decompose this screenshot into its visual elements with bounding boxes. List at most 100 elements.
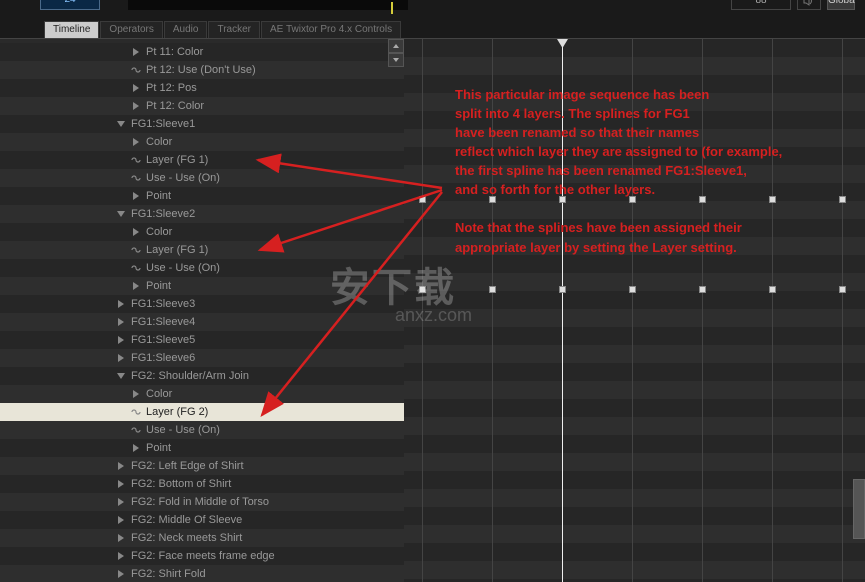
timeline-row bbox=[404, 471, 865, 489]
tab-timeline[interactable]: Timeline bbox=[44, 21, 99, 38]
play-icon bbox=[115, 514, 127, 526]
keyframe[interactable] bbox=[419, 196, 426, 203]
keyframe[interactable] bbox=[839, 196, 846, 203]
top-toolbar: 24 88 Globa bbox=[0, 0, 865, 21]
tree-row[interactable]: Pt 12: Color bbox=[0, 97, 404, 115]
tree-row[interactable]: FG2: Neck meets Shirt bbox=[0, 529, 404, 547]
tree-row-label: Point bbox=[146, 442, 171, 454]
tree-row[interactable]: Use - Use (On) bbox=[0, 259, 404, 277]
play-icon bbox=[115, 568, 127, 580]
tree-row[interactable]: FG1:Sleeve4 bbox=[0, 313, 404, 331]
timeline-row bbox=[404, 111, 865, 129]
timeline-row bbox=[404, 165, 865, 183]
play-icon bbox=[130, 226, 142, 238]
timeline-row bbox=[404, 345, 865, 363]
tree-row[interactable]: Color bbox=[0, 385, 404, 403]
tree-row[interactable]: Use - Use (On) bbox=[0, 169, 404, 187]
tree-row[interactable]: FG2: Left Edge of Shirt bbox=[0, 457, 404, 475]
speaker-button[interactable] bbox=[797, 0, 821, 10]
tree-panel: Pt 11: Color Pt 12: Use (Don't Use) Pt 12:… bbox=[0, 39, 404, 582]
play-icon bbox=[115, 298, 127, 310]
tree-row[interactable]: Pt 12: Use (Don't Use) bbox=[0, 61, 404, 79]
tree-row[interactable]: Color bbox=[0, 133, 404, 151]
tree-row[interactable]: FG2: Shoulder/Arm Join bbox=[0, 367, 404, 385]
tree-row[interactable]: Use - Use (On) bbox=[0, 421, 404, 439]
tree-list: Pt 11: Color Pt 12: Use (Don't Use) Pt 12:… bbox=[0, 39, 404, 582]
timeline-row bbox=[404, 75, 865, 93]
tree-row-label: FG2: Neck meets Shirt bbox=[131, 532, 242, 544]
timeline-row bbox=[404, 399, 865, 417]
tree-row[interactable]: Layer (FG 1) bbox=[0, 151, 404, 169]
timeline-row bbox=[404, 507, 865, 525]
keyframe[interactable] bbox=[559, 196, 566, 203]
loop-icon bbox=[130, 244, 142, 256]
play-icon bbox=[130, 280, 142, 292]
keyframe-track bbox=[404, 191, 865, 209]
timeline-row bbox=[404, 363, 865, 381]
keyframe[interactable] bbox=[769, 196, 776, 203]
keyframe[interactable] bbox=[489, 286, 496, 293]
tree-row[interactable]: FG1:Sleeve6 bbox=[0, 349, 404, 367]
tab-bar: Timeline Operators Audio Tracker AE Twix… bbox=[0, 21, 865, 39]
timeline-row bbox=[404, 489, 865, 507]
tree-row-label: Pt 12: Use (Don't Use) bbox=[146, 64, 256, 76]
play-icon bbox=[115, 532, 127, 544]
timeline-row bbox=[404, 237, 865, 255]
keyframe[interactable] bbox=[699, 196, 706, 203]
scrollbar-thumb[interactable] bbox=[853, 479, 865, 539]
play-icon bbox=[115, 460, 127, 472]
timeline-panel[interactable] bbox=[404, 39, 865, 582]
play-icon bbox=[115, 496, 127, 508]
tree-row[interactable]: FG1:Sleeve5 bbox=[0, 331, 404, 349]
keyframe[interactable] bbox=[419, 286, 426, 293]
tree-row[interactable]: FG1:Sleeve1 bbox=[0, 115, 404, 133]
frame-value-box[interactable]: 24 bbox=[40, 0, 100, 10]
tree-row[interactable]: Point bbox=[0, 187, 404, 205]
keyframe[interactable] bbox=[769, 286, 776, 293]
timeline-row bbox=[404, 453, 865, 471]
tree-row[interactable]: Layer (FG 2) bbox=[0, 403, 404, 421]
play-icon bbox=[130, 136, 142, 148]
speaker-icon bbox=[803, 0, 815, 6]
tree-row-label: Color bbox=[146, 388, 172, 400]
tree-row[interactable]: Color bbox=[0, 223, 404, 241]
tab-operators[interactable]: Operators bbox=[100, 21, 162, 38]
tree-row-label: Point bbox=[146, 190, 171, 202]
keyframe[interactable] bbox=[699, 286, 706, 293]
timeline-row bbox=[404, 57, 865, 75]
tree-row[interactable]: FG2: Fold in Middle of Torso bbox=[0, 493, 404, 511]
tree-row[interactable]: Layer (FG 1) bbox=[0, 241, 404, 259]
tab-tracker[interactable]: Tracker bbox=[208, 21, 260, 38]
menu-icon bbox=[392, 57, 400, 63]
keyframe[interactable] bbox=[629, 196, 636, 203]
tree-row-label: FG2: Bottom of Shirt bbox=[131, 478, 231, 490]
tree-row[interactable]: Point bbox=[0, 277, 404, 295]
keyframe[interactable] bbox=[559, 286, 566, 293]
tree-row[interactable]: Point bbox=[0, 439, 404, 457]
tree-row[interactable]: FG2: Shirt Fold bbox=[0, 565, 404, 582]
tab-ae-twixtor[interactable]: AE Twixtor Pro 4.x Controls bbox=[261, 21, 401, 38]
tree-row-label: FG1:Sleeve3 bbox=[131, 298, 195, 310]
global-button[interactable]: Globa bbox=[827, 0, 855, 10]
keyframe[interactable] bbox=[489, 196, 496, 203]
right-value-box[interactable]: 88 bbox=[731, 0, 791, 10]
scroll-menu-button[interactable] bbox=[388, 53, 404, 67]
tree-row-label: Color bbox=[146, 136, 172, 148]
tab-audio[interactable]: Audio bbox=[164, 21, 208, 38]
tree-row[interactable]: FG2: Middle Of Sleeve bbox=[0, 511, 404, 529]
tree-row[interactable]: Pt 12: Pos bbox=[0, 79, 404, 97]
scroll-up-button[interactable] bbox=[388, 39, 404, 53]
playhead[interactable] bbox=[562, 39, 563, 582]
tree-row-label: FG2: Shoulder/Arm Join bbox=[131, 370, 249, 382]
keyframe[interactable] bbox=[629, 286, 636, 293]
playhead-handle-icon[interactable] bbox=[557, 39, 568, 48]
keyframe[interactable] bbox=[839, 286, 846, 293]
tree-row[interactable]: FG1:Sleeve2 bbox=[0, 205, 404, 223]
tree-row[interactable]: Pt 11: Color bbox=[0, 43, 404, 61]
timeline-row bbox=[404, 309, 865, 327]
play-icon bbox=[130, 442, 142, 454]
tree-row[interactable]: FG2: Face meets frame edge bbox=[0, 547, 404, 565]
tree-row[interactable]: FG2: Bottom of Shirt bbox=[0, 475, 404, 493]
tree-row[interactable]: FG1:Sleeve3 bbox=[0, 295, 404, 313]
play-icon bbox=[115, 550, 127, 562]
